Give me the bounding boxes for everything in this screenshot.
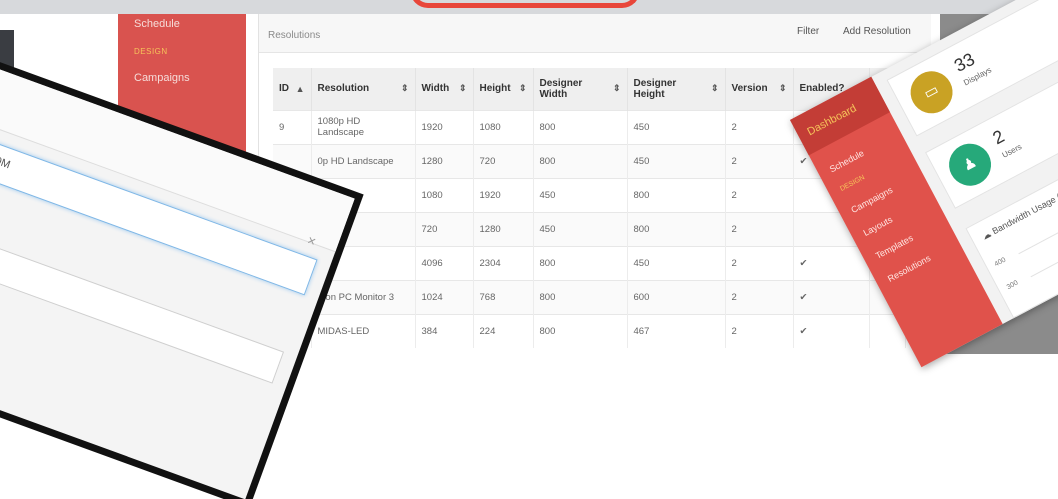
dash-nav-templates[interactable]: Templates bbox=[874, 233, 915, 261]
dash-nav-campaigns[interactable]: Campaigns bbox=[849, 185, 894, 215]
cell-height: 1280 bbox=[473, 211, 534, 246]
column-header-version[interactable]: Version ⇕ bbox=[725, 68, 794, 110]
cell-resolution: MIDAS-LED bbox=[311, 313, 416, 348]
cell-designer-width: 800 bbox=[533, 143, 628, 178]
column-header-resolution[interactable]: Resolution ⇕ bbox=[311, 68, 416, 110]
sort-icon: ⇕ bbox=[400, 83, 409, 94]
column-header-designer-width[interactable]: Designer Width ⇕ bbox=[533, 68, 628, 110]
cell-version: 2 bbox=[725, 313, 794, 348]
cell-height: 1920 bbox=[473, 177, 534, 212]
column-header-designer-height[interactable]: Designer Height ⇕ bbox=[627, 68, 726, 110]
table-row[interactable]: 4096 2304 800 450 2 ✔ bbox=[273, 245, 906, 280]
cell-designer-width: 450 bbox=[533, 177, 628, 212]
cell-version: 2 bbox=[725, 279, 794, 314]
cell-designer-width: 800 bbox=[533, 279, 628, 314]
cell-designer-height: 800 bbox=[627, 177, 726, 212]
users-count: 2 bbox=[989, 125, 1008, 149]
cloud-icon: ☁ bbox=[980, 228, 993, 242]
table-header-row: ID ▲ Resolution ⇕ Width ⇕ Height ⇕ Designer … bbox=[273, 68, 906, 110]
sort-icon: ⇕ bbox=[518, 83, 527, 94]
brand-accent bbox=[410, 0, 640, 8]
sort-icon: ⇕ bbox=[612, 83, 621, 94]
cell-width: 4096 bbox=[415, 245, 474, 280]
column-header-width[interactable]: Width ⇕ bbox=[415, 68, 474, 110]
cell-designer-width: 800 bbox=[533, 245, 628, 280]
cell-designer-height: 467 bbox=[627, 313, 726, 348]
cell-enabled: ✔ bbox=[793, 245, 870, 280]
dash-nav-layouts[interactable]: Layouts bbox=[862, 214, 895, 238]
cell-enabled: ✔ bbox=[793, 279, 870, 314]
dash-nav-resolutions[interactable]: Resolutions bbox=[886, 253, 932, 284]
cell-width: 1280 bbox=[415, 143, 474, 178]
modal-input-value: f 200M bbox=[0, 149, 12, 172]
table-row[interactable]: MIDAS-LED 384 224 800 467 2 ✔ bbox=[273, 313, 906, 348]
sort-asc-icon: ▲ bbox=[295, 83, 305, 94]
sidebar-item-design[interactable]: DESIGN bbox=[134, 47, 168, 56]
table-row[interactable]: trait 1080 1920 450 800 2 bbox=[273, 177, 906, 212]
panel-header bbox=[259, 14, 931, 53]
cell-version: 2 bbox=[725, 177, 794, 212]
cell-width: 1920 bbox=[415, 109, 474, 144]
sidebar-item-schedule[interactable]: Schedule bbox=[134, 18, 180, 30]
dash-nav-schedule[interactable]: Schedule bbox=[828, 148, 866, 174]
cell-version: 2 bbox=[725, 109, 794, 144]
cell-height: 720 bbox=[473, 143, 534, 178]
cell-enabled: ✔ bbox=[793, 313, 870, 348]
users-badge: ♟ bbox=[941, 136, 999, 194]
cell-designer-width: 800 bbox=[533, 313, 628, 348]
cell-resolution: 1080p HD Landscape bbox=[311, 109, 416, 144]
bandwidth-title: ☁ Bandwidth Usage (M) bbox=[980, 186, 1058, 242]
cell-width: 384 bbox=[415, 313, 474, 348]
cell-width: 1024 bbox=[415, 279, 474, 314]
table-row[interactable]: Portrait 720 1280 450 800 2 bbox=[273, 211, 906, 246]
cell-designer-width: 800 bbox=[533, 109, 628, 144]
cell-resolution: mon PC Monitor 3 bbox=[311, 279, 416, 314]
cell-designer-width: 450 bbox=[533, 211, 628, 246]
users-icon: ♟ bbox=[959, 153, 980, 175]
cell-designer-height: 450 bbox=[627, 245, 726, 280]
cell-width: 1080 bbox=[415, 177, 474, 212]
sort-icon: ⇕ bbox=[778, 83, 787, 94]
sort-icon: ⇕ bbox=[710, 83, 719, 94]
filter-link[interactable]: Filter bbox=[797, 26, 819, 37]
cell-height: 2304 bbox=[473, 245, 534, 280]
column-header-id[interactable]: ID ▲ bbox=[273, 68, 312, 110]
cell-height: 1080 bbox=[473, 109, 534, 144]
sidebar-item-campaigns[interactable]: Campaigns bbox=[134, 72, 190, 84]
cell-height: 224 bbox=[473, 313, 534, 348]
cell-designer-height: 600 bbox=[627, 279, 726, 314]
column-header-height[interactable]: Height ⇕ bbox=[473, 68, 534, 110]
displays-badge: ▭ bbox=[903, 63, 960, 121]
cell-version: 2 bbox=[725, 143, 794, 178]
tick-label: 400 bbox=[993, 256, 1008, 269]
cell-version: 2 bbox=[725, 211, 794, 246]
add-resolution-link[interactable]: Add Resolution bbox=[843, 26, 911, 37]
cell-height: 768 bbox=[473, 279, 534, 314]
cell-designer-height: 450 bbox=[627, 143, 726, 178]
cell-resolution: 0p HD Landscape bbox=[311, 143, 416, 178]
dash-nav-design[interactable]: DESIGN bbox=[839, 174, 866, 193]
panel-title: Resolutions bbox=[268, 30, 321, 41]
cell-id: 9 bbox=[273, 109, 312, 144]
cell-version: 2 bbox=[725, 245, 794, 280]
cell-width: 720 bbox=[415, 211, 474, 246]
table-row[interactable]: mon PC Monitor 3 1024 768 800 600 2 ✔ bbox=[273, 279, 906, 314]
sort-icon: ⇕ bbox=[458, 83, 467, 94]
tick-label: 300 bbox=[1005, 279, 1020, 292]
monitor-icon: ▭ bbox=[921, 81, 942, 103]
cell-designer-height: 450 bbox=[627, 109, 726, 144]
cell-designer-height: 800 bbox=[627, 211, 726, 246]
